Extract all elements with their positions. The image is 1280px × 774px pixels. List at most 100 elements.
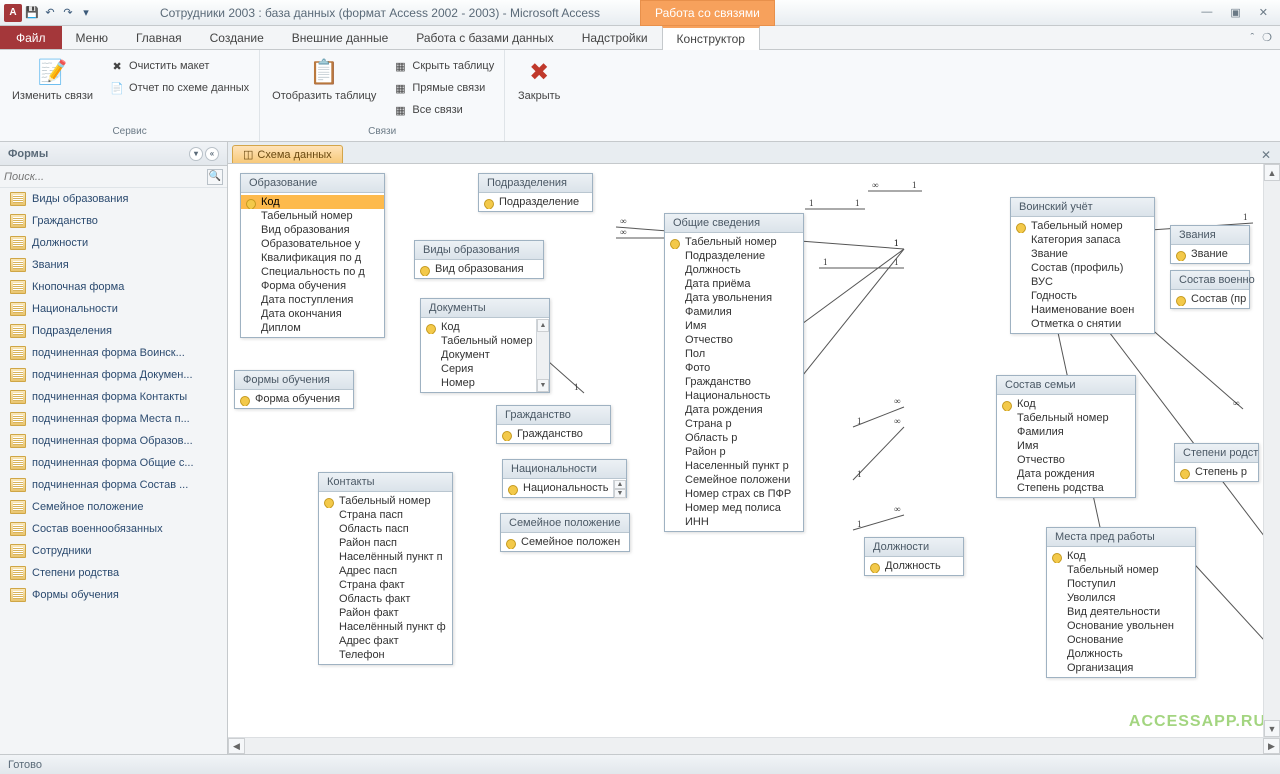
- table-field[interactable]: Область пасп: [319, 522, 452, 536]
- navpane-item[interactable]: подчиненная форма Воинск...: [0, 342, 227, 364]
- navpane-collapse-icon[interactable]: «: [205, 147, 219, 161]
- search-icon[interactable]: 🔍: [207, 169, 223, 185]
- table-field[interactable]: Пол: [665, 347, 803, 361]
- table-header[interactable]: Документы: [421, 299, 549, 318]
- table-box-edu[interactable]: ОбразованиеКодТабельный номерВид образов…: [240, 173, 385, 338]
- table-header[interactable]: Подразделения: [479, 174, 592, 193]
- table-box-nation[interactable]: НациональностиНациональность▲▼: [502, 459, 627, 498]
- navpane-item[interactable]: Виды образования: [0, 188, 227, 210]
- table-field[interactable]: Имя: [997, 439, 1135, 453]
- table-header[interactable]: Общие сведения: [665, 214, 803, 233]
- table-field[interactable]: Табельный номер: [1011, 219, 1154, 233]
- table-header[interactable]: Виды образования: [415, 241, 543, 260]
- table-field[interactable]: Национальность: [665, 389, 803, 403]
- table-header[interactable]: Формы обучения: [235, 371, 353, 390]
- table-field[interactable]: Дата окончания: [241, 307, 384, 321]
- table-field[interactable]: Дата приёма: [665, 277, 803, 291]
- table-field[interactable]: ИНН: [665, 515, 803, 529]
- scroll-right-icon[interactable]: ▶: [1263, 738, 1280, 754]
- table-field[interactable]: Номер мед полиса: [665, 501, 803, 515]
- close-tab-icon[interactable]: ✕: [1258, 147, 1274, 163]
- table-box-prevjobs[interactable]: Места пред работыКодТабельный номерПосту…: [1046, 527, 1196, 678]
- table-field[interactable]: Дата поступления: [241, 293, 384, 307]
- table-field[interactable]: Национальность: [503, 481, 613, 495]
- table-field[interactable]: Звание: [1171, 247, 1249, 261]
- table-field[interactable]: Вид деятельности: [1047, 605, 1195, 619]
- table-field[interactable]: Квалификация по д: [241, 251, 384, 265]
- table-box-military[interactable]: Воинский учёт Табельный номерКатегория за…: [1010, 197, 1155, 334]
- table-header[interactable]: Национальности: [503, 460, 626, 479]
- table-field[interactable]: ВУС: [1011, 275, 1154, 289]
- navpane-item[interactable]: подчиненная форма Докумен...: [0, 364, 227, 386]
- table-box-general[interactable]: Общие сведенияТабельный номерПодразделен…: [664, 213, 804, 532]
- table-box-family[interactable]: Состав семьиКодТабельный номерФамилияИмя…: [996, 375, 1136, 498]
- table-header[interactable]: Воинский учёт: [1011, 198, 1154, 217]
- table-field[interactable]: Диплом: [241, 321, 384, 335]
- navpane-item[interactable]: Подразделения: [0, 320, 227, 342]
- navpane-item[interactable]: подчиненная форма Состав ...: [0, 474, 227, 496]
- table-field[interactable]: Код: [421, 320, 536, 334]
- table-field[interactable]: Табельный номер: [665, 235, 803, 249]
- navpane-header[interactable]: Формы ▾«: [0, 142, 227, 166]
- table-field[interactable]: Серия: [421, 362, 536, 376]
- navpane-item[interactable]: Семейное положение: [0, 496, 227, 518]
- table-field[interactable]: Населенный пункт р: [665, 459, 803, 473]
- hide-table-button[interactable]: ▦Скрыть таблицу: [388, 56, 498, 76]
- menu-tab-0[interactable]: Меню: [62, 26, 122, 49]
- navpane-item[interactable]: Сотрудники: [0, 540, 227, 562]
- help-icon[interactable]: ❍: [1262, 31, 1272, 44]
- table-field[interactable]: Дата рождения: [997, 467, 1135, 481]
- navpane-item[interactable]: подчиненная форма Контакты: [0, 386, 227, 408]
- table-field[interactable]: Должность: [1047, 647, 1195, 661]
- table-field[interactable]: Район пасп: [319, 536, 452, 550]
- table-field[interactable]: Фамилия: [997, 425, 1135, 439]
- table-field[interactable]: Отметка о снятии: [1011, 317, 1154, 331]
- navpane-item[interactable]: подчиненная форма Образов...: [0, 430, 227, 452]
- table-field[interactable]: Адрес факт: [319, 634, 452, 648]
- table-field[interactable]: Фамилия: [665, 305, 803, 319]
- navpane-dropdown-icon[interactable]: ▾: [189, 147, 203, 161]
- table-field[interactable]: Состав (профиль): [1011, 261, 1154, 275]
- table-box-citiz[interactable]: ГражданствоГражданство: [496, 405, 611, 444]
- navpane-item[interactable]: Кнопочная форма: [0, 276, 227, 298]
- table-field[interactable]: Наименование воен: [1011, 303, 1154, 317]
- table-field[interactable]: Категория запаса: [1011, 233, 1154, 247]
- table-header[interactable]: Состав военно: [1171, 271, 1249, 290]
- table-box-positions[interactable]: ДолжностиДолжность: [864, 537, 964, 576]
- navpane-item[interactable]: Должности: [0, 232, 227, 254]
- table-field[interactable]: Основание: [1047, 633, 1195, 647]
- vertical-scrollbar[interactable]: ▲ ▼: [1263, 164, 1280, 737]
- table-header[interactable]: Образование: [241, 174, 384, 193]
- table-field[interactable]: Отчество: [665, 333, 803, 347]
- table-box-depts[interactable]: ПодразделенияПодразделение: [478, 173, 593, 212]
- table-field[interactable]: Степень родства: [997, 481, 1135, 495]
- table-box-docs[interactable]: ДокументыКодТабельный номерДокументСерия…: [420, 298, 550, 393]
- table-field[interactable]: Имя: [665, 319, 803, 333]
- table-field[interactable]: Населённый пункт п: [319, 550, 452, 564]
- menu-tab-5[interactable]: Надстройки: [568, 26, 662, 49]
- table-box-ranks[interactable]: Звания Звание: [1170, 225, 1250, 264]
- table-box-edutype[interactable]: Виды образованияВид образования: [414, 240, 544, 279]
- table-header[interactable]: Семейное положение: [501, 514, 629, 533]
- navpane-item[interactable]: Национальности: [0, 298, 227, 320]
- table-header[interactable]: Звания: [1171, 226, 1249, 245]
- table-box-kinship[interactable]: Степени родстСтепень р: [1174, 443, 1259, 482]
- table-field[interactable]: Область р: [665, 431, 803, 445]
- table-field[interactable]: Район р: [665, 445, 803, 459]
- relations-canvas[interactable]: ∞1∞11∞1111∞11∞1∞1∞111∞∞1111∞1∞1∞∞1∞1∞1 A…: [228, 164, 1280, 737]
- table-field[interactable]: Область факт: [319, 592, 452, 606]
- table-field[interactable]: Вид образования: [241, 223, 384, 237]
- table-field[interactable]: Табельный номер: [1047, 563, 1195, 577]
- table-field[interactable]: Звание: [1011, 247, 1154, 261]
- table-field[interactable]: Дата увольнения: [665, 291, 803, 305]
- table-field[interactable]: Должность: [665, 263, 803, 277]
- search-input[interactable]: [4, 171, 207, 183]
- table-box-contacts[interactable]: КонтактыТабельный номерСтрана паспОбласт…: [318, 472, 453, 665]
- close-button[interactable]: ✖ Закрыть: [511, 54, 567, 104]
- table-box-eduform[interactable]: Формы обученияФорма обучения: [234, 370, 354, 409]
- table-field[interactable]: Номер: [421, 376, 536, 390]
- scroll-left-icon[interactable]: ◀: [228, 738, 245, 754]
- horizontal-scrollbar[interactable]: ◀ ▶: [228, 737, 1280, 754]
- minimize-icon[interactable]: ―: [1201, 6, 1212, 19]
- show-table-button[interactable]: 📋 Отобразить таблицу: [266, 54, 382, 104]
